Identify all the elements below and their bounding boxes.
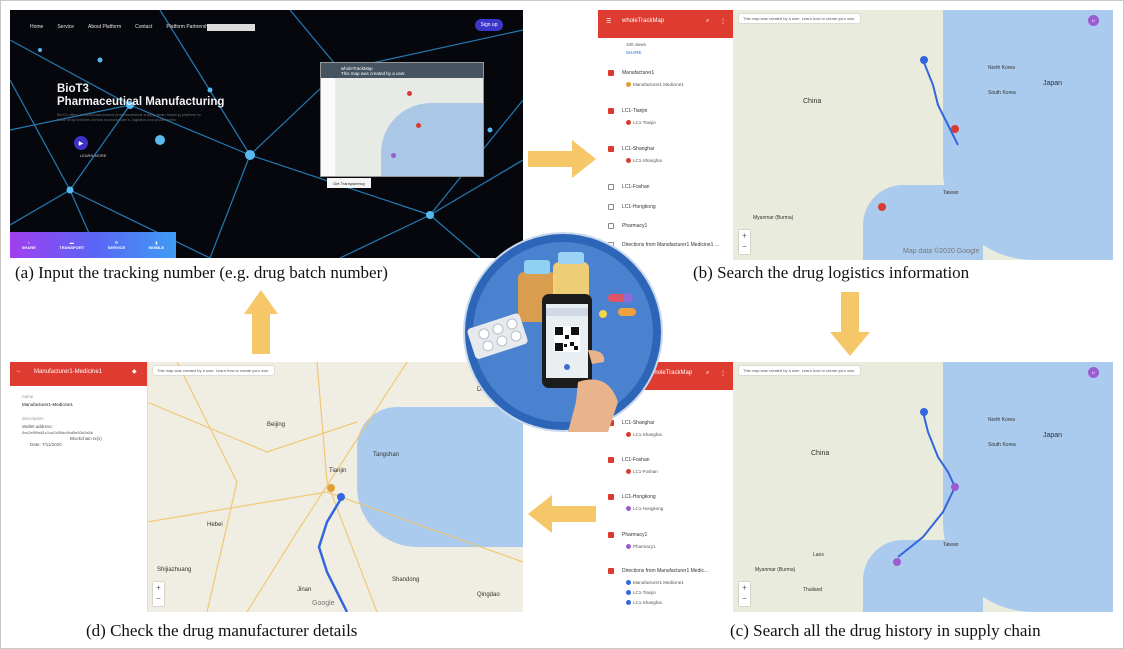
detail-sidebar: ← Manufacturer1-Medicine1 ◆ name Manufac…	[10, 362, 148, 612]
map-marker-icon[interactable]	[951, 483, 959, 491]
hero-title: BioT3 Pharmaceutical Manufacturing	[57, 83, 225, 108]
zoom-control[interactable]: + −	[153, 582, 164, 606]
nav-contact[interactable]: Contact	[135, 24, 152, 30]
map-notice: This map was created by a user. Learn ho…	[739, 14, 860, 23]
play-icon[interactable]: ▶	[74, 136, 88, 150]
checkbox-directions[interactable]	[608, 568, 614, 574]
more-icon[interactable]: ⋮	[720, 18, 726, 25]
avatar[interactable]: U	[1088, 15, 1099, 26]
arrow-down-icon	[830, 292, 870, 356]
signup-button[interactable]: Sign up	[475, 19, 503, 31]
share-link[interactable]: SHARE	[626, 50, 642, 55]
back-arrow-icon[interactable]: ←	[16, 368, 22, 374]
checkbox-lc1-foshan[interactable]	[608, 457, 614, 463]
map-marker-icon[interactable]	[951, 125, 959, 133]
search-icon[interactable]: ⌕	[706, 370, 709, 377]
map-marker-icon[interactable]	[920, 56, 928, 64]
qr-scan-illustration	[463, 232, 663, 432]
avatar[interactable]: U	[1088, 367, 1099, 378]
checkbox-lc1-shanghai[interactable]	[608, 146, 614, 152]
map-notice: This map was created by a user. Learn ho…	[739, 366, 860, 375]
gear-icon[interactable]: ⚙ SERVICE	[108, 240, 126, 250]
map-marker-icon[interactable]	[391, 153, 396, 158]
map-c[interactable]: China North Korea South Korea Japan Taiw…	[733, 362, 1113, 612]
panel-c-supply-chain-history: China North Korea South Korea Japan Taiw…	[598, 362, 1113, 612]
arrow-up-icon	[244, 290, 278, 354]
caption-a: (a) Input the tracking number (e.g. drug…	[15, 263, 388, 282]
hero-description: BioT3 offers a blockchain-based pharmace…	[57, 112, 201, 122]
checkbox-lc1-tianjin[interactable]	[608, 108, 614, 114]
map-marker-icon[interactable]	[327, 484, 335, 492]
search-icon[interactable]: ⌕	[706, 18, 709, 25]
embedded-track-map[interactable]: wholeTrackMap This map was created by a …	[320, 62, 484, 177]
center-phone-illustration	[458, 232, 668, 432]
caption-d: (d) Check the drug manufacturer details	[86, 621, 358, 640]
nav-home[interactable]: Home	[30, 24, 43, 30]
map-marker-icon[interactable]	[407, 91, 412, 96]
detail-header: ← Manufacturer1-Medicine1 ◆	[10, 362, 147, 386]
route-line	[922, 59, 959, 146]
layer-sidebar: ☰ wholeTrackMap ⌕ ⋮ 100 views SHARE Manu…	[598, 10, 733, 260]
map-marker-icon[interactable]	[878, 203, 886, 211]
zoom-control[interactable]: + −	[739, 582, 750, 606]
map-marker-icon[interactable]	[893, 558, 901, 566]
checkbox-pharmacy1[interactable]	[608, 223, 614, 229]
map-notice: This map was created by a user. Learn ho…	[153, 366, 274, 375]
nav-service[interactable]: Service	[57, 24, 74, 30]
get-transparency-button[interactable]: Get Transparency	[327, 178, 371, 188]
menu-icon[interactable]: ☰	[606, 18, 611, 25]
arrow-right-icon	[528, 140, 596, 178]
nav-about[interactable]: About Platform	[88, 24, 121, 30]
learn-more-link[interactable]: LEARN MORE	[80, 153, 106, 158]
bottom-feature-bar: < SHARE ▬ TRANSPORT ⚙ SERVICE ▮ MOBILE	[10, 232, 176, 258]
panel-d-manufacturer-details: Beijing Tianjin Tangshan Dalian Shijiazh…	[10, 362, 523, 612]
share-icon[interactable]: < SHARE	[22, 240, 36, 250]
mini-map-sea	[381, 103, 483, 176]
caption-c: (c) Search all the drug history in suppl…	[730, 621, 1041, 640]
panel-a-biot3-homepage: Home Service About Platform Contact Plat…	[10, 10, 523, 258]
map-b[interactable]: China North Korea South Korea Japan Taiw…	[733, 10, 1113, 260]
checkbox-pharmacy1[interactable]	[608, 532, 614, 538]
full-route-line	[897, 411, 957, 558]
truck-icon[interactable]: ▬ TRANSPORT	[59, 240, 84, 250]
panel-b-logistics-map: China North Korea South Korea Japan Taiw…	[598, 10, 1113, 260]
checkbox-lc1-hongkong[interactable]	[608, 204, 614, 210]
checkbox-manufacturer1[interactable]	[608, 70, 614, 76]
checkbox-lc1-foshan[interactable]	[608, 184, 614, 190]
nav-partnership[interactable]: Platform Partnership	[166, 24, 212, 30]
more-icon[interactable]: ⋮	[720, 370, 726, 377]
directions-icon[interactable]: ◆	[132, 368, 137, 375]
tracking-number-input[interactable]	[207, 24, 255, 31]
zoom-control[interactable]: + −	[739, 230, 750, 254]
caption-b: (b) Search the drug logistics informatio…	[693, 263, 970, 282]
checkbox-lc1-hongkong[interactable]	[608, 494, 614, 500]
top-nav: Home Service About Platform Contact Plat…	[30, 24, 212, 30]
map-marker-icon[interactable]	[920, 408, 928, 416]
map-marker-icon[interactable]	[416, 123, 421, 128]
sidebar-header: ☰ wholeTrackMap ⌕ ⋮	[598, 10, 733, 38]
phone-icon[interactable]: ▮ MOBILE	[149, 240, 165, 250]
arrow-left-icon	[528, 495, 596, 533]
map-marker-icon[interactable]	[337, 493, 345, 501]
